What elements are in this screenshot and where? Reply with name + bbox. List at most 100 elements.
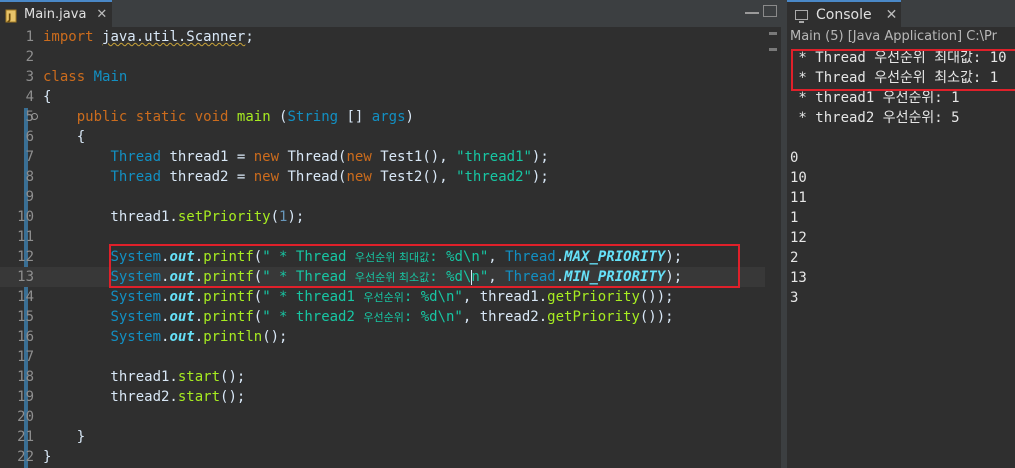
code-token: args: [371, 109, 406, 125]
code-token: out: [169, 329, 195, 345]
code-token: thread1.: [43, 209, 178, 225]
code-line[interactable]: 16 System.out.println();: [0, 327, 765, 347]
code-token: ): [405, 109, 414, 125]
code-token: Thread(: [279, 169, 347, 185]
line-number: 18: [17, 369, 34, 385]
code-text: {: [43, 127, 85, 147]
code-token: new: [253, 169, 280, 185]
overview-ruler[interactable]: [765, 27, 781, 468]
code-token: );: [531, 149, 549, 165]
close-tab-icon[interactable]: ✕: [96, 7, 107, 22]
code-token: " * thread1: [262, 289, 364, 305]
tab-console[interactable]: Console ✕: [787, 0, 901, 27]
close-console-icon[interactable]: ✕: [886, 7, 898, 23]
code-token: , thread2.: [462, 309, 548, 325]
code-line[interactable]: 5 public static void main (String [] arg…: [0, 107, 765, 127]
code-token: start: [177, 369, 221, 385]
line-number: 10: [17, 209, 34, 225]
console-line: 3: [790, 290, 799, 306]
code-token: thread2.: [43, 389, 178, 405]
code-token: {: [43, 129, 86, 145]
code-token: : %d\n": [403, 309, 463, 325]
code-token: .: [194, 309, 204, 325]
code-token: new: [346, 169, 372, 185]
minimize-icon[interactable]: [745, 5, 759, 14]
code-token: start: [177, 389, 221, 405]
tab-label: Main.java: [24, 7, 87, 22]
code-text: class Main: [43, 67, 127, 87]
code-line[interactable]: 17: [0, 347, 765, 367]
code-line[interactable]: 6 {: [0, 127, 765, 147]
tab-main-java[interactable]: J Main.java ✕: [0, 0, 112, 27]
line-number: 13: [17, 269, 34, 285]
console-line: * thread1 우선순위: 1: [790, 90, 960, 106]
code-line[interactable]: 9: [0, 187, 765, 207]
code-token: println: [203, 329, 263, 345]
code-token: " * thread2: [262, 309, 364, 325]
line-number: 2: [25, 49, 34, 65]
code-token: static: [135, 109, 187, 125]
line-number: 4: [25, 89, 34, 105]
code-line[interactable]: 2: [0, 47, 765, 67]
code-text: import java.util.Scanner;: [43, 27, 254, 47]
code-line[interactable]: 19 thread2.start();: [0, 387, 765, 407]
code-line[interactable]: 3 class Main: [0, 67, 765, 87]
code-token: "thread1": [456, 149, 532, 165]
code-token: Thread: [110, 149, 162, 165]
code-line[interactable]: 21 }: [0, 427, 765, 447]
code-line[interactable]: 15 System.out.printf(" * thread2 우선순위: %…: [0, 307, 765, 327]
code-text: System.out.printf(" * thread1 우선순위: %d\n…: [43, 287, 673, 308]
code-token: Main: [93, 69, 128, 85]
code-token: (: [253, 289, 263, 305]
code-token: }: [43, 449, 52, 465]
code-line[interactable]: 1 import java.util.Scanner;: [0, 27, 765, 47]
code-token: Thread(: [279, 149, 347, 165]
code-token: System: [110, 289, 162, 305]
code-token: System: [110, 329, 162, 345]
console-line: 1: [790, 210, 799, 226]
editor-tab-bar: J Main.java ✕: [0, 0, 781, 27]
line-number: 17: [17, 349, 34, 365]
code-line[interactable]: 18 thread1.start();: [0, 367, 765, 387]
code-token: }: [43, 429, 86, 445]
code-token: Thread: [110, 169, 162, 185]
console-tab-bar: Console ✕: [787, 0, 1015, 27]
code-token: thread1.: [43, 369, 178, 385]
console-line: * thread2 우선순위: 5: [790, 110, 960, 126]
code-token: : %d\n": [403, 289, 463, 305]
code-token: import: [43, 29, 94, 45]
code-line[interactable]: 8 Thread thread2 = new Thread(new Test2(…: [0, 167, 765, 187]
fold-toggle-icon[interactable]: [31, 113, 38, 120]
console-line: 0: [790, 150, 799, 166]
line-number: 6: [25, 129, 34, 145]
console-line: 2: [790, 250, 799, 266]
code-line[interactable]: 10 thread1.setPriority(1);: [0, 207, 765, 227]
code-line[interactable]: 7 Thread thread1 = new Thread(new Test1(…: [0, 147, 765, 167]
overview-mark[interactable]: [769, 32, 777, 35]
code-line[interactable]: 14 System.out.printf(" * thread1 우선순위: %…: [0, 287, 765, 307]
code-text: Thread thread2 = new Thread(new Test2(),…: [43, 167, 549, 187]
code-token: ();: [220, 369, 246, 385]
maximize-icon[interactable]: [763, 5, 777, 17]
code-line[interactable]: 4{: [0, 87, 765, 107]
line-number: 22: [17, 449, 34, 465]
code-line[interactable]: 22}: [0, 447, 765, 467]
code-token: "thread2": [456, 169, 532, 185]
code-token: void: [194, 109, 229, 125]
line-number: 1: [25, 29, 34, 45]
editor-window-controls: [745, 5, 777, 17]
highlight-box-editor: [109, 244, 740, 288]
code-line[interactable]: 20: [0, 407, 765, 427]
code-text: thread2.start();: [43, 387, 245, 407]
code-token: );: [531, 169, 549, 185]
overview-mark[interactable]: [769, 48, 777, 51]
code-editor[interactable]: J Main.java ✕ 1 import java.util.Scanner;…: [0, 0, 781, 468]
